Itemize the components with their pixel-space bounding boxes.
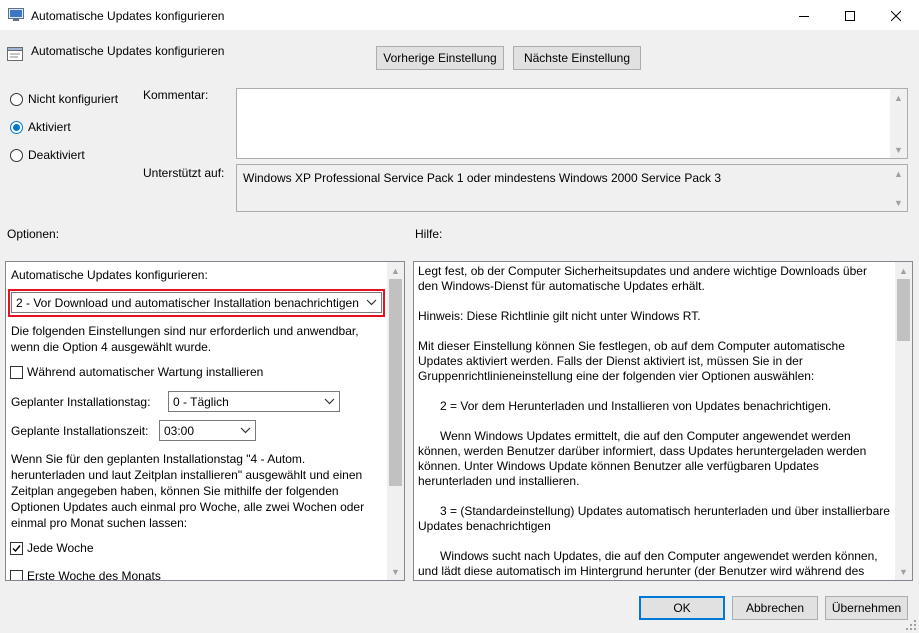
help-paragraph: Mit dieser Einstellung können Sie festle… — [418, 339, 845, 383]
first-week-checkbox[interactable]: Erste Woche des Monats — [10, 569, 161, 581]
checkbox-label: Jede Woche — [27, 541, 94, 555]
install-time-label: Geplante Installationszeit: — [11, 424, 149, 438]
comment-textarea[interactable]: ▲ ▼ — [236, 88, 908, 159]
radio-label: Deaktiviert — [28, 148, 85, 162]
scroll-down-icon[interactable]: ▼ — [890, 141, 907, 158]
help-scrollbar[interactable]: ▲ ▼ — [895, 262, 912, 580]
help-paragraph: Hinweis: Diese Richtlinie gilt nicht unt… — [418, 309, 701, 323]
checkmark-icon — [12, 544, 21, 552]
next-setting-button[interactable]: Nächste Einstellung — [513, 46, 641, 70]
supported-scrollbar[interactable]: ▲ ▼ — [890, 165, 907, 211]
supported-box: Windows XP Professional Service Pack 1 o… — [236, 164, 908, 212]
scroll-down-icon[interactable]: ▼ — [387, 563, 404, 580]
close-icon — [891, 10, 901, 21]
resize-grip-icon[interactable] — [905, 619, 917, 631]
scroll-down-icon[interactable]: ▼ — [890, 194, 907, 211]
supported-value: Windows XP Professional Service Pack 1 o… — [243, 171, 722, 185]
radio-circle — [10, 148, 23, 162]
install-day-label: Geplanter Installationstag: — [11, 395, 151, 409]
maximize-icon — [845, 10, 855, 21]
configure-updates-label: Automatische Updates konfigurieren: — [11, 268, 208, 282]
dropdown-value: 03:00 — [164, 423, 195, 438]
window-title: Automatische Updates konfigurieren — [31, 9, 225, 23]
maintenance-checkbox[interactable]: Während automatischer Wartung installier… — [10, 365, 263, 379]
scroll-up-icon[interactable]: ▲ — [890, 165, 907, 182]
scroll-up-icon[interactable]: ▲ — [895, 262, 912, 279]
previous-setting-button[interactable]: Vorherige Einstellung — [376, 46, 504, 70]
radio-enabled[interactable]: Aktiviert — [10, 120, 71, 134]
options-scrollbar[interactable]: ▲ ▼ — [387, 262, 404, 580]
schedule-note: Wenn Sie für den geplanten Installations… — [11, 452, 365, 530]
minimize-icon — [799, 15, 809, 17]
help-paragraph: Windows sucht nach Updates, die auf den … — [418, 549, 878, 578]
checkbox-label: Während automatischer Wartung installier… — [27, 365, 264, 379]
title-bar: Automatische Updates konfigurieren — [0, 0, 919, 31]
scroll-thumb[interactable] — [389, 279, 402, 486]
scroll-up-icon[interactable]: ▲ — [387, 262, 404, 279]
help-paragraph: Legt fest, ob der Computer Sicherheitsup… — [418, 264, 867, 293]
chevron-down-icon — [240, 427, 251, 434]
cancel-button[interactable]: Abbrechen — [732, 596, 818, 620]
maximize-button[interactable] — [827, 0, 873, 31]
help-section-label: Hilfe: — [415, 227, 443, 241]
comment-scrollbar[interactable]: ▲ ▼ — [890, 89, 907, 158]
help-paragraph: 2 = Vor dem Herunterladen und Installier… — [440, 399, 832, 413]
install-day-dropdown[interactable]: 0 - Täglich — [168, 391, 340, 412]
every-week-checkbox[interactable]: Jede Woche — [10, 541, 94, 555]
radio-label: Nicht konfiguriert — [28, 92, 119, 106]
scroll-down-icon[interactable]: ▼ — [895, 563, 912, 580]
supported-label: Unterstützt auf: — [143, 166, 225, 180]
policy-name: Automatische Updates konfigurieren — [31, 44, 225, 58]
dropdown-value: 2 - Vor Download und automatischer Insta… — [16, 295, 359, 310]
help-paragraph: 3 = (Standardeinstellung) Updates automa… — [418, 504, 890, 533]
checkbox-box-checked — [10, 541, 23, 555]
install-time-dropdown[interactable]: 03:00 — [159, 420, 256, 441]
radio-circle-selected — [10, 120, 23, 134]
radio-label: Aktiviert — [28, 120, 71, 134]
options-panel: Automatische Updates konfigurieren: 2 - … — [5, 261, 405, 581]
option-note: Die folgenden Einstellungen sind nur erf… — [11, 324, 359, 354]
checkbox-label: Erste Woche des Monats — [27, 569, 161, 581]
policy-setting-icon — [7, 47, 23, 61]
help-panel: Legt fest, ob der Computer Sicherheitsup… — [413, 261, 913, 581]
close-button[interactable] — [873, 0, 919, 31]
radio-circle — [10, 92, 23, 106]
scroll-thumb[interactable] — [897, 279, 910, 341]
chevron-down-icon — [366, 299, 377, 306]
checkbox-box — [10, 569, 23, 580]
configure-updates-dropdown[interactable]: 2 - Vor Download und automatischer Insta… — [11, 292, 382, 313]
scroll-up-icon[interactable]: ▲ — [890, 89, 907, 106]
ok-button[interactable]: OK — [639, 596, 725, 620]
radio-disabled[interactable]: Deaktiviert — [10, 148, 85, 162]
radio-not-configured[interactable]: Nicht konfiguriert — [10, 92, 118, 106]
minimize-button[interactable] — [781, 0, 827, 31]
policy-app-icon — [8, 8, 24, 21]
help-paragraph: Wenn Windows Updates ermittelt, die auf … — [418, 429, 867, 488]
checkbox-box — [10, 365, 23, 379]
apply-button[interactable]: Übernehmen — [825, 596, 908, 620]
dropdown-value: 0 - Täglich — [173, 394, 229, 409]
chevron-down-icon — [324, 398, 335, 405]
comment-label: Kommentar: — [143, 88, 209, 102]
help-text: Legt fest, ob der Computer Sicherheitsup… — [418, 264, 890, 580]
options-section-label: Optionen: — [7, 227, 60, 241]
